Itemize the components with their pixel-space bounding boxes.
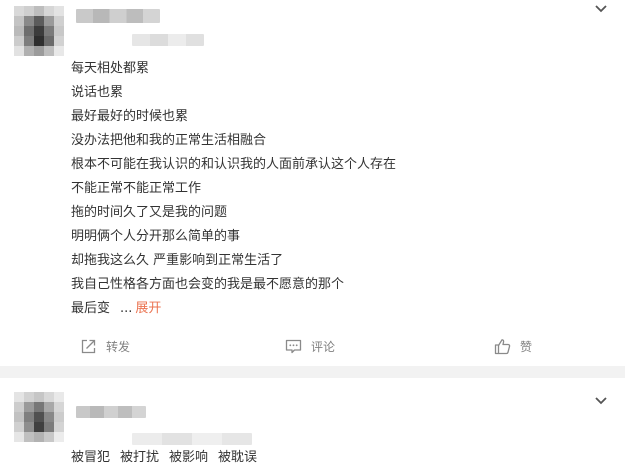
avatar[interactable] (14, 6, 64, 56)
post-menu-button[interactable] (594, 4, 608, 14)
post-line: 拖的时间久了又是我的问题 (71, 205, 228, 220)
post-line-truncated: 最后变... 展开 (71, 297, 591, 321)
post-tag: 被耽误 (218, 450, 258, 465)
card-separator (0, 366, 625, 378)
forward-button[interactable]: 转发 (80, 334, 130, 358)
feed-card: 每天相处都累 说话也累 最好最好的时候也累 没办法把他和我的正常生活相融合 根本… (0, 0, 625, 366)
post-tag: 被冒犯 (71, 450, 111, 465)
username-blurred[interactable] (76, 9, 160, 23)
post-meta-blurred (132, 34, 204, 46)
post-line: 不能正常不能正常工作 (71, 181, 202, 196)
action-bar: 转发 评论 赞 (0, 334, 625, 358)
username-blurred[interactable] (76, 406, 146, 418)
post-line: 明明俩个人分开那么简单的事 (71, 229, 241, 244)
comment-icon (285, 339, 302, 353)
post-line: 每天相处都累 (71, 61, 150, 76)
post-line: 没办法把他和我的正常生活相融合 (71, 133, 267, 148)
post-meta-blurred (132, 433, 252, 445)
post-body: 被冒犯 被打扰 被影响 被耽误 (71, 448, 267, 468)
avatar[interactable] (14, 392, 64, 442)
thumbs-up-icon (494, 338, 511, 354)
post-menu-button[interactable] (594, 396, 608, 406)
post-tag: 被影响 (169, 450, 209, 465)
post-tag: 被打扰 (120, 450, 160, 465)
post-line: 根本不可能在我认识的和认识我的人面前承认这个人存在 (71, 157, 397, 172)
forward-label: 转发 (106, 339, 131, 354)
comment-button[interactable]: 评论 (285, 334, 335, 358)
post-line: 却拖我这么久 严重影响到正常生活了 (71, 253, 284, 268)
post-line: 说话也累 (71, 85, 124, 100)
post-line: 最好最好的时候也累 (71, 109, 189, 124)
like-button[interactable]: 赞 (494, 334, 532, 358)
post-line-text: 最后变 (71, 301, 111, 316)
comment-label: 评论 (311, 339, 336, 354)
post-line: 我自己性格各方面也会变的我是最不愿意的那个 (71, 277, 345, 292)
forward-icon (81, 339, 96, 353)
post-body: 每天相处都累 说话也累 最好最好的时候也累 没办法把他和我的正常生活相融合 根本… (71, 57, 591, 321)
chevron-down-icon (595, 5, 607, 13)
ellipsis: ... (120, 301, 133, 316)
comment-feed: 每天相处都累 说话也累 最好最好的时候也累 没办法把他和我的正常生活相融合 根本… (0, 0, 625, 476)
feed-card: 被冒犯 被打扰 被影响 被耽误 (0, 378, 625, 476)
like-label: 赞 (520, 339, 533, 354)
chevron-down-icon (595, 397, 607, 405)
expand-link[interactable]: 展开 (135, 301, 161, 316)
